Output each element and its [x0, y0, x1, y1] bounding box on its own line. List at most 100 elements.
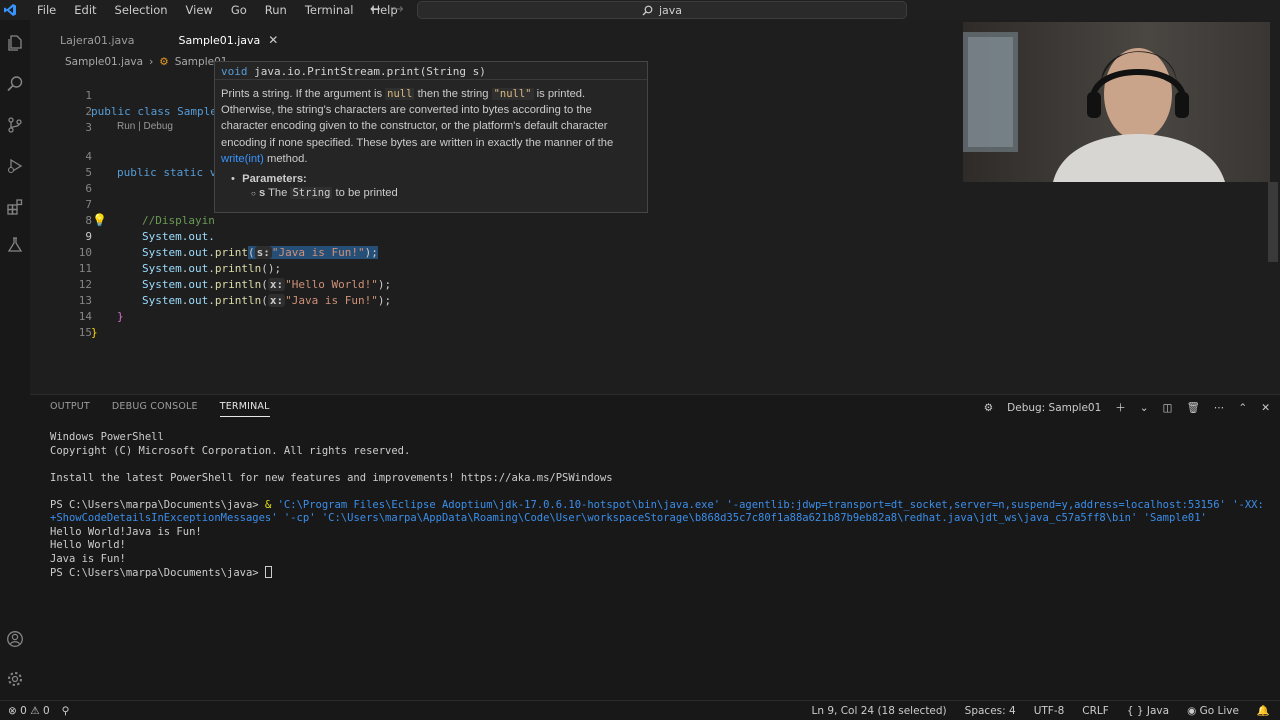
- line-text: System.out.println(x: "Hello World!");: [142, 278, 392, 291]
- close-panel-icon[interactable]: ✕: [1261, 402, 1270, 414]
- write-int-link[interactable]: write(int): [221, 153, 264, 165]
- panel-actions: ⚙ Debug: Sample01 ＋ ⌄ ◫ 🗑 ⋯ ⌃ ✕: [984, 400, 1270, 415]
- codelens-run-debug[interactable]: Run | Debug: [117, 121, 173, 132]
- maximize-panel-icon[interactable]: ⌃: [1238, 402, 1247, 414]
- lightbulb-icon[interactable]: 💡: [92, 213, 107, 227]
- hover-tooltip: void java.io.PrintStream.print(String s)…: [214, 61, 648, 213]
- desc-part: method.: [267, 152, 308, 165]
- menu-run[interactable]: Run: [256, 0, 296, 20]
- tab-lajera01[interactable]: Lajera01.java: [30, 28, 149, 52]
- tab-output[interactable]: OUTPUT: [50, 401, 90, 417]
- language-label: Java: [1146, 704, 1170, 717]
- split-terminal-icon[interactable]: ◫: [1163, 402, 1173, 414]
- panel-tabs: OUTPUT DEBUG CONSOLE TERMINAL: [50, 401, 270, 417]
- terminal-selector[interactable]: Debug: Sample01: [1007, 402, 1101, 414]
- code-line: 11 System.out.println(x: "Hello World!");: [30, 245, 391, 291]
- code-line: 1 public class Sample: [30, 72, 216, 118]
- error-icon: ⊗: [8, 704, 17, 717]
- scrollbar-thumb[interactable]: [1268, 182, 1278, 262]
- webcam-overlay: [963, 22, 1270, 182]
- cursor-position[interactable]: Ln 9, Col 24 (18 selected): [812, 705, 947, 717]
- code-null: null: [385, 88, 415, 100]
- terminal-line: Hello World!Java is Fun!: [50, 525, 202, 538]
- terminal-line: Windows PowerShell: [50, 431, 164, 443]
- line-text-selected: System.out.print(s: "Java is Fun!");: [142, 246, 378, 259]
- run-debug-icon[interactable]: [4, 155, 26, 177]
- menu-bar: File Edit Selection View Go Run Terminal…: [28, 0, 407, 20]
- testing-flask-icon[interactable]: [4, 234, 26, 256]
- tab-terminal[interactable]: TERMINAL: [219, 401, 270, 417]
- extensions-icon[interactable]: [4, 196, 26, 218]
- menu-terminal[interactable]: Terminal: [296, 0, 363, 20]
- line-text: }: [117, 310, 124, 323]
- tab-debug-console[interactable]: DEBUG CONSOLE: [112, 401, 198, 417]
- menu-edit[interactable]: Edit: [65, 0, 105, 20]
- code-line: 3: [30, 104, 92, 134]
- menu-file[interactable]: File: [28, 0, 65, 20]
- back-arrow-icon[interactable]: ←: [370, 0, 381, 20]
- code-line: 4 public static v: [30, 133, 216, 179]
- chevron-down-icon[interactable]: ⌄: [1140, 402, 1149, 414]
- bottom-panel: OUTPUT DEBUG CONSOLE TERMINAL ⚙ Debug: S…: [30, 394, 1280, 700]
- cmd-arg: 'C:\Users\marpa\AppData\Roaming\Code\Use…: [321, 512, 1138, 524]
- new-terminal-icon[interactable]: ＋: [1115, 400, 1126, 415]
- code-line: 13 }: [30, 277, 124, 323]
- line-number: 14: [78, 310, 92, 323]
- status-right: Ln 9, Col 24 (18 selected) Spaces: 4 UTF…: [812, 704, 1270, 718]
- hover-description: Prints a string. If the argument is null…: [221, 86, 641, 167]
- tab-label: Lajera01.java: [60, 33, 135, 47]
- menu-selection[interactable]: Selection: [106, 0, 177, 20]
- trash-icon[interactable]: 🗑: [1187, 401, 1200, 414]
- settings-gear-icon[interactable]: [4, 668, 26, 690]
- terminal-line: Java is Fun!: [50, 552, 126, 565]
- hover-signature: void java.io.PrintStream.print(String s): [215, 62, 647, 80]
- source-control-icon[interactable]: [4, 114, 26, 136]
- code-line: 14 }: [30, 293, 98, 339]
- problems-indicator[interactable]: ⊗ 0 ⚠ 0: [8, 705, 50, 717]
- line-number: 7: [85, 198, 92, 211]
- encoding[interactable]: UTF-8: [1034, 705, 1065, 717]
- cmd-arg: 'C:\Program Files\Eclipse Adoptium\jdk-1…: [277, 498, 721, 511]
- more-actions-icon[interactable]: ⋯: [1214, 402, 1225, 414]
- class-symbol-icon: ⚙: [159, 56, 169, 68]
- go-live[interactable]: ◉ Go Live: [1187, 705, 1239, 717]
- error-count: 0: [20, 704, 27, 717]
- line-text: //Displayin: [142, 214, 215, 227]
- webcam-image: [963, 22, 1270, 182]
- line-number: 8: [85, 214, 92, 227]
- cmd-arg: '-cp': [283, 512, 316, 524]
- command-center-search[interactable]: java: [417, 1, 907, 19]
- notifications-bell-icon[interactable]: 🔔: [1257, 704, 1270, 717]
- tab-sample01[interactable]: Sample01.java ✕: [148, 28, 293, 52]
- line-number: 10: [78, 246, 92, 259]
- close-tab-icon[interactable]: ✕: [268, 33, 278, 47]
- line-text: public class Sample: [91, 105, 217, 118]
- account-icon[interactable]: [4, 628, 26, 650]
- indentation[interactable]: Spaces: 4: [965, 705, 1016, 717]
- line-number: 1: [85, 89, 92, 102]
- debug-status-icon[interactable]: ⚲: [62, 705, 70, 717]
- code-line: 9 System.out.print(s: "Java is Fun!");: [30, 213, 378, 259]
- code-quoted-null: "null": [491, 88, 534, 100]
- line-number: 6: [85, 182, 92, 195]
- search-view-icon[interactable]: [4, 73, 26, 95]
- line-ending[interactable]: CRLF: [1082, 705, 1109, 717]
- menu-view[interactable]: View: [177, 0, 222, 20]
- language-mode[interactable]: { } Java: [1127, 705, 1169, 717]
- terminal-output[interactable]: Windows PowerShell Copyright (C) Microsof…: [50, 431, 1270, 581]
- line-number: 2: [85, 105, 92, 118]
- terminal-command: PS C:\Users\marpa\Documents\java> & 'C:\…: [50, 499, 1270, 526]
- code-line: 2: [30, 88, 92, 118]
- tab-label: Sample01.java: [178, 33, 261, 47]
- go-live-label: Go Live: [1199, 704, 1239, 717]
- param-text: The: [268, 187, 288, 200]
- line-text: System.out.: [142, 230, 215, 243]
- breadcrumb-file[interactable]: Sample01.java: [65, 56, 143, 68]
- line-text: public static v: [117, 166, 217, 179]
- menu-go[interactable]: Go: [222, 0, 256, 20]
- param-name: s: [258, 187, 266, 200]
- warning-count: 0: [42, 704, 50, 717]
- forward-arrow-icon[interactable]: →: [393, 0, 404, 20]
- line-number: 12: [78, 278, 92, 291]
- explorer-icon[interactable]: [4, 32, 26, 54]
